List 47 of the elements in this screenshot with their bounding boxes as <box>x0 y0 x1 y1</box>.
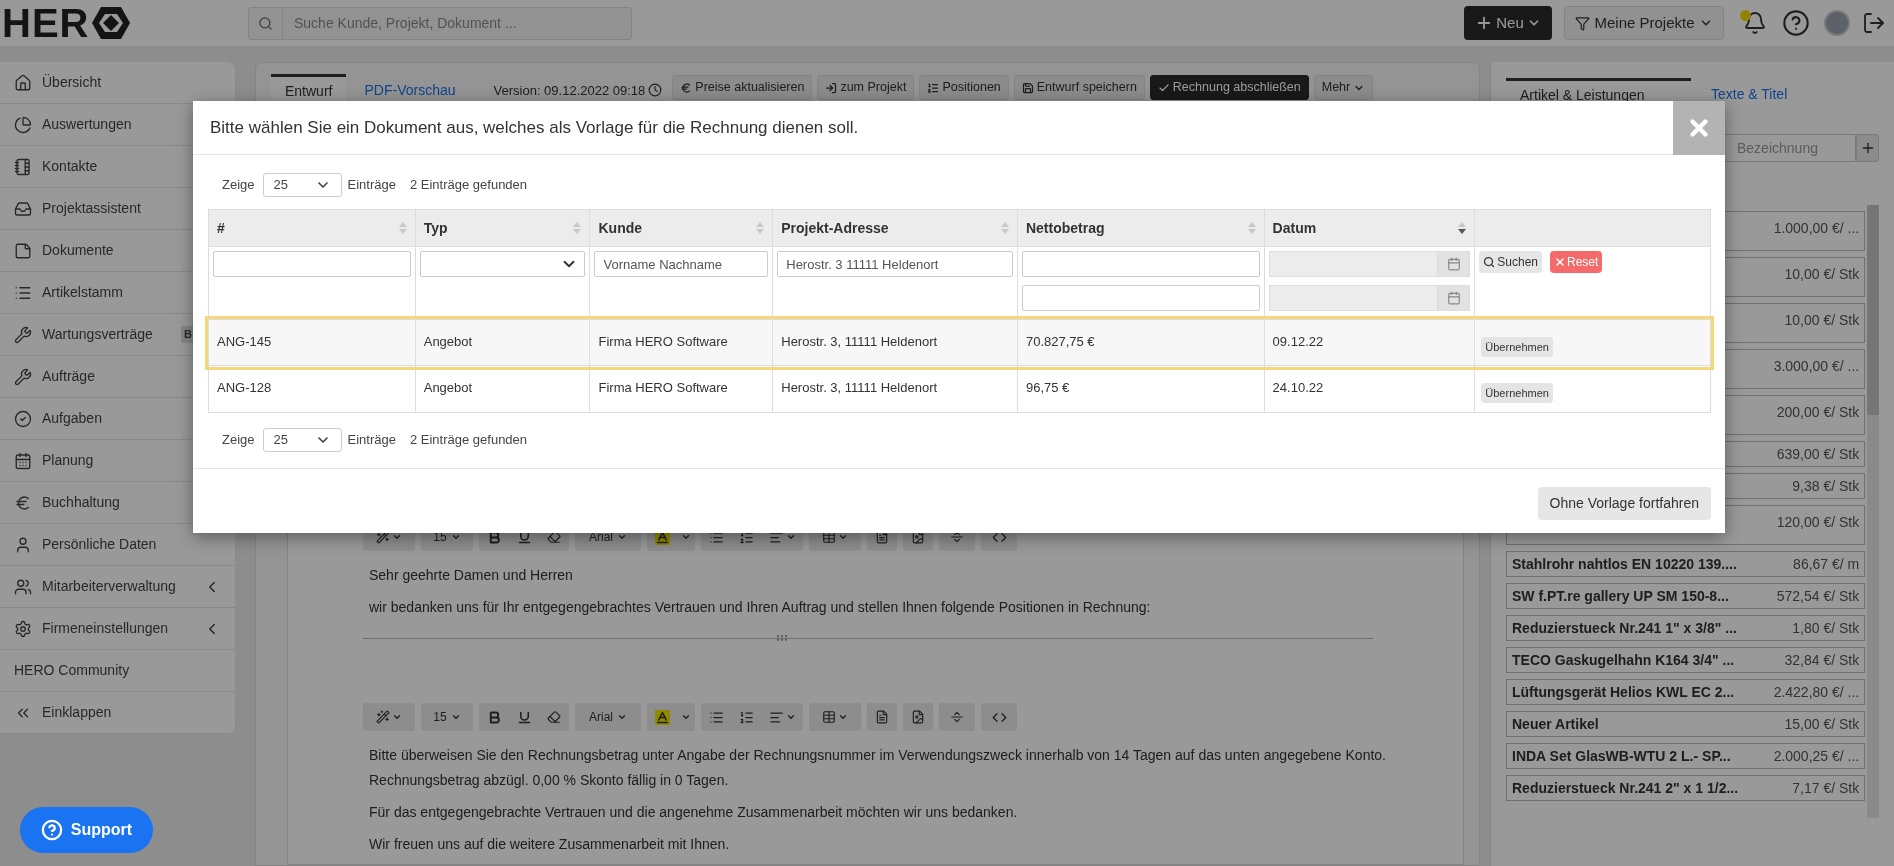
article-price: 10,00 €/ Stk <box>1784 311 1860 330</box>
article-name: Lüftungsgerät Helios KWL EC 2... <box>1512 682 1735 702</box>
pager-label: Einträge <box>347 431 396 450</box>
article-price: 9,38 €/ Stk <box>1792 476 1860 496</box>
article-price: 639,00 €/ Stk <box>1776 444 1860 464</box>
logo-text: HER <box>2 3 90 43</box>
paragraph: Für das entgegengebrachte Vertrauen und die angenehme Zusammenarbeit möchten wir uns bedanken. <box>369 803 1019 822</box>
article-name: INDA Set GlasWB-WTU 2 L.- SP... <box>1512 746 1731 766</box>
article-price: 86,67 €/ m <box>1793 554 1860 574</box>
article-price: 15,00 €/ Stk <box>1784 714 1860 734</box>
paragraph: Bitte überweisen Sie den Rechnungsbetrag unter Angabe der Rechnungsnummer im Verwendungszweck innerhalb von 14 Tagen auf das unten angegebene Konto. Rechnungsbetrag abzügl. 0,00 % Skonto fällig in 0 Tagen. <box>369 746 1387 790</box>
article-price: 572,54 €/ Stk <box>1776 586 1860 606</box>
article-price: 1.000,00 €/ ... <box>1773 219 1860 238</box>
article-price: 3.000,00 €/ ... <box>1773 357 1860 376</box>
table-cell: Firma HERO Software <box>590 320 774 365</box>
table-cell: 24.10.22 <box>1264 366 1476 412</box>
article-price: 120,00 €/ Stk <box>1776 513 1860 532</box>
table-cell: 96,75 € <box>1017 366 1265 412</box>
article-name: SW f.PT.re gallery UP SM 150-8... <box>1512 586 1729 606</box>
paragraph: Wir freuen uns auf die weitere Zusammenarbeit mit Ihnen. <box>369 835 731 854</box>
article-price: 7,17 €/ Stk <box>1792 778 1860 798</box>
article-price: 2.422,80 €/ ... <box>1773 682 1860 702</box>
table-cell: Herostr. 3, 11111 Heldenort <box>773 366 1018 412</box>
entry-count: 2 Einträge gefunden <box>409 176 528 195</box>
article-name: Reduzierstueck Nr.241 2" x 1 1/2... <box>1512 778 1739 798</box>
article-name: Neuer Artikel <box>1512 714 1599 734</box>
paragraph: Sehr geehrte Damen und Herren <box>369 566 574 585</box>
table-cell: Angebot <box>415 366 591 412</box>
table-cell: Firma HERO Software <box>590 366 774 412</box>
article-name: Reduzierstueck Nr.241 1" x 3/8" ... <box>1512 618 1737 638</box>
article-name: TECO Gaskugelhahn K164 3/4" ... <box>1512 650 1735 670</box>
pager-label: Einträge <box>347 176 396 195</box>
table-cell: Herostr. 3, 11111 Heldenort <box>773 320 1018 365</box>
entry-count: 2 Einträge gefunden <box>409 431 528 450</box>
table-cell: ANG-145 <box>209 320 416 365</box>
table-cell: 09.12.22 <box>1264 320 1476 365</box>
article-name: Stahlrohr nahtlos EN 10220 139.... <box>1512 554 1737 574</box>
paragraph: wir bedanken uns für Ihr entgegengebrachtes Vertrauen und Ihren Auftrag und stellen Ihnen folgende Positionen in Rechnung: <box>369 598 1152 617</box>
article-price: 10,00 €/ Stk <box>1784 265 1860 284</box>
article-price: 1,80 €/ Stk <box>1792 618 1860 638</box>
version-label: Version: 09.12.2022 09:18 <box>493 80 663 100</box>
table-cell: 70.827,75 € <box>1017 320 1265 365</box>
article-price: 200,00 €/ Stk <box>1776 403 1860 422</box>
table-cell: ANG-128 <box>209 366 416 412</box>
article-price: 32,84 €/ Stk <box>1784 650 1860 670</box>
table-cell: Angebot <box>415 320 591 365</box>
article-price: 2.000,25 €/ ... <box>1773 746 1860 766</box>
